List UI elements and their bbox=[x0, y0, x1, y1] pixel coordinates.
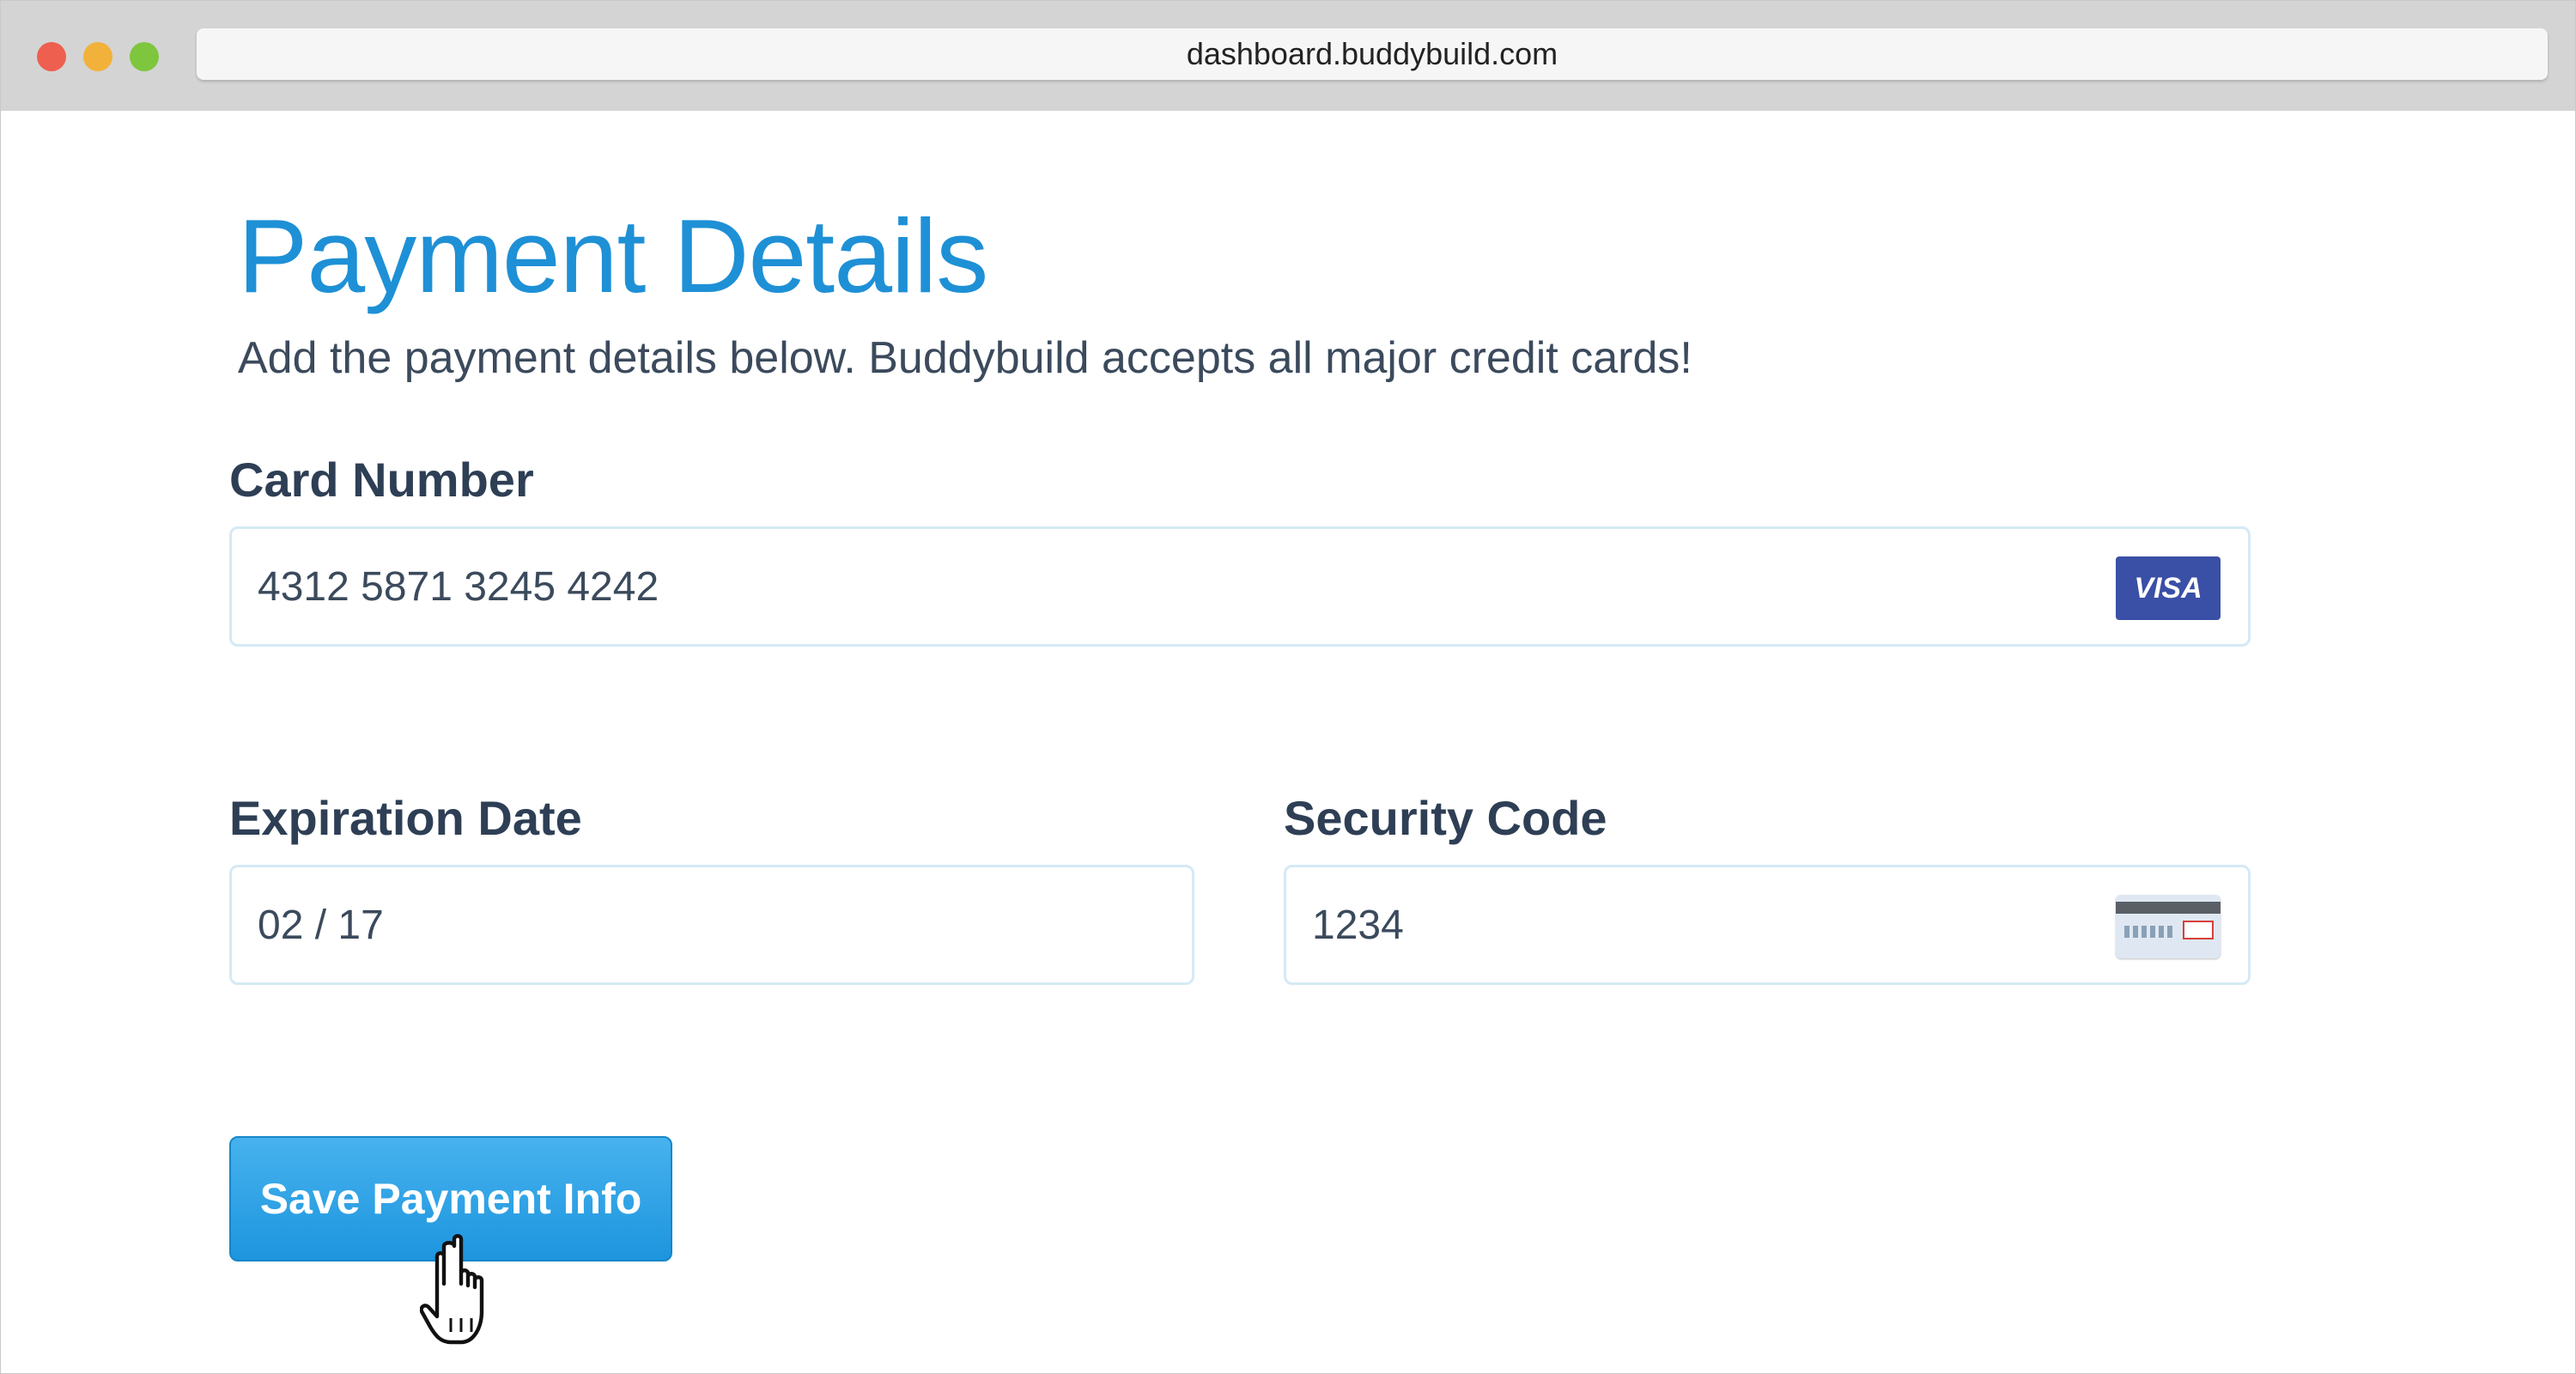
page-title: Payment Details bbox=[238, 198, 988, 314]
page-content: Payment Details Add the payment details … bbox=[1, 111, 2575, 1373]
maximize-window-icon[interactable] bbox=[130, 42, 159, 71]
card-number-label: Card Number bbox=[229, 453, 534, 507]
page-subtitle: Add the payment details below. Buddybuil… bbox=[238, 333, 1692, 383]
card-digits-graphic bbox=[2124, 926, 2176, 938]
close-window-icon[interactable] bbox=[37, 42, 66, 71]
card-number-value: 4312 5871 3245 4242 bbox=[258, 563, 659, 610]
minimize-window-icon[interactable] bbox=[83, 42, 112, 71]
credit-card-back-icon bbox=[2116, 895, 2221, 958]
security-code-label: Security Code bbox=[1284, 791, 1607, 845]
address-bar-url: dashboard.buddybuild.com bbox=[1186, 36, 1558, 71]
browser-window: dashboard.buddybuild.com Payment Details… bbox=[0, 0, 2576, 1374]
card-brand-label: VISA bbox=[2134, 571, 2202, 605]
address-bar[interactable]: dashboard.buddybuild.com bbox=[197, 28, 2548, 80]
browser-titlebar: dashboard.buddybuild.com bbox=[1, 1, 2575, 111]
expiration-date-label: Expiration Date bbox=[229, 791, 582, 845]
security-code-input[interactable]: 1234 bbox=[1284, 865, 2251, 985]
expiration-date-input[interactable]: 02 / 17 bbox=[229, 865, 1194, 985]
magnetic-stripe bbox=[2116, 902, 2221, 914]
card-number-input[interactable]: 4312 5871 3245 4242 VISA bbox=[229, 526, 2251, 647]
security-code-value: 1234 bbox=[1312, 902, 1404, 948]
expiration-date-value: 02 / 17 bbox=[258, 902, 384, 948]
cvc-highlight-box bbox=[2183, 921, 2214, 939]
pointer-hand-icon bbox=[420, 1234, 484, 1345]
visa-icon: VISA bbox=[2116, 556, 2221, 620]
